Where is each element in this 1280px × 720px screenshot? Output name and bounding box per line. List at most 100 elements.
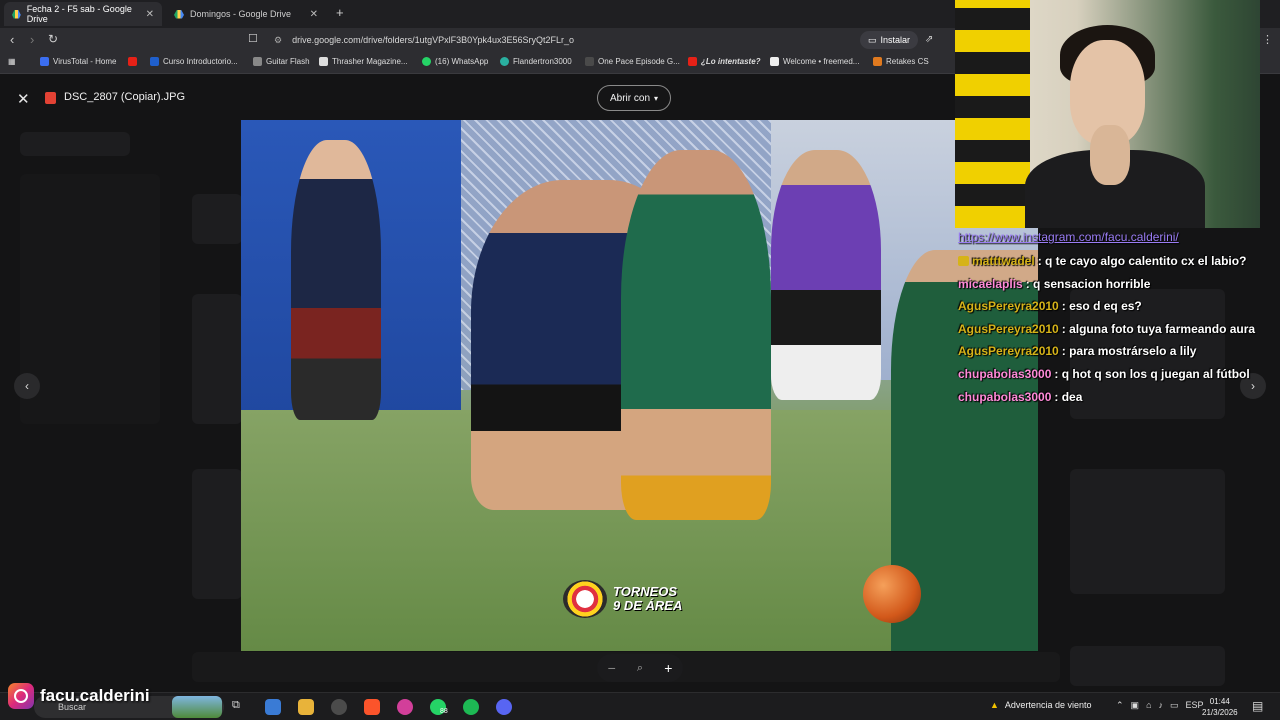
app-icon[interactable] xyxy=(397,699,413,715)
url-field[interactable]: ⚙ drive.google.com/drive/folders/1utgVPx… xyxy=(266,31,956,49)
poster-stripes xyxy=(955,0,1030,228)
clock-time: 01:44 xyxy=(1209,697,1230,706)
tab-fecha-2[interactable]: Fecha 2 - F5 sab - Google Drive ✕ xyxy=(4,2,162,26)
logo-text-line: 9 DE ÁREA xyxy=(613,598,683,613)
one-pace-icon xyxy=(585,57,594,66)
play-icon xyxy=(770,57,779,66)
bookmark-label: Flandertron3000 xyxy=(513,57,572,66)
viewer-header: ✕ DSC_2807 (Copiar).JPG Abrir con ▾ xyxy=(0,82,960,114)
thrasher-icon xyxy=(319,57,328,66)
bookmark-lo-intentaste[interactable]: ¿Lo intentaste? xyxy=(688,57,761,66)
bookmark-virustotal[interactable]: VirusTotal - Home xyxy=(40,57,116,66)
clock-date: 21/3/2026 xyxy=(1202,708,1238,717)
stream-chat: https://www.instagram.com/facu.calderini… xyxy=(958,230,1268,408)
instagram-overlay: facu.calderini xyxy=(8,683,150,709)
zoom-out-icon[interactable]: − xyxy=(608,660,616,676)
tab-label: Fecha 2 - F5 sab - Google Drive xyxy=(26,4,132,24)
new-tab-button[interactable]: + xyxy=(336,5,344,20)
network-icon[interactable]: ⌂ xyxy=(1146,700,1151,711)
chat-username: matttwadel xyxy=(972,254,1035,268)
image-file-icon xyxy=(45,92,56,104)
chat-username: AgusPereyra2010 xyxy=(958,299,1059,314)
discord-icon[interactable] xyxy=(496,699,512,715)
search-highlight-icon[interactable] xyxy=(172,696,222,718)
chevron-down-icon: ▾ xyxy=(654,93,659,103)
bookmark-flandertron[interactable]: Flandertron3000 xyxy=(500,57,572,66)
instagram-handle: facu.calderini xyxy=(40,686,150,705)
weather-widget[interactable]: ▲ Advertencia de viento xyxy=(990,700,1091,710)
player-green xyxy=(621,150,771,520)
system-tray: ⌃ ▣ ⌂ ♪ ▭ ESP xyxy=(1116,700,1204,711)
weather-label: Advertencia de viento xyxy=(1004,700,1092,710)
bookmark-label: Retakes CS xyxy=(886,57,929,66)
chat-text: : eso d eq es? xyxy=(1061,299,1142,314)
install-icon: ▭ xyxy=(868,34,877,45)
language-indicator[interactable]: ESP xyxy=(1186,700,1204,711)
battery-icon[interactable]: ▭ xyxy=(1170,700,1179,711)
bystander-figure xyxy=(291,140,381,420)
bookmark-curso[interactable]: Curso Introductorio... xyxy=(150,57,238,66)
obs-icon[interactable] xyxy=(331,699,347,715)
brave-icon[interactable] xyxy=(364,699,380,715)
task-view-icon[interactable]: ⧉ xyxy=(232,699,248,715)
u-icon xyxy=(150,57,159,66)
chevron-left-icon: ‹ xyxy=(25,379,29,393)
back-icon[interactable]: ‹ xyxy=(10,32,14,47)
volume-icon[interactable]: ♪ xyxy=(1159,700,1164,711)
google-drive-icon xyxy=(174,9,184,19)
bookmark-whatsapp[interactable]: (16) WhatsApp xyxy=(422,57,488,66)
whatsapp-icon xyxy=(422,57,431,66)
chat-instagram-link[interactable]: https://www.instagram.com/facu.calderini… xyxy=(958,230,1268,244)
spotify-icon[interactable] xyxy=(463,699,479,715)
chat-text: : para mostrárselo a lily xyxy=(1061,344,1197,359)
clock[interactable]: 01:44 21/3/2026 xyxy=(1202,696,1238,718)
bookmark-label: ¿Lo intentaste? xyxy=(701,57,761,66)
warning-icon: ▲ xyxy=(990,700,999,710)
previous-file-button[interactable]: ‹ xyxy=(14,373,40,399)
install-label: Instalar xyxy=(880,35,911,45)
magnifier-icon[interactable]: ⌕ xyxy=(637,662,643,675)
guitar-icon xyxy=(253,57,262,66)
subscriber-badge-icon xyxy=(958,256,969,267)
file-explorer-icon[interactable] xyxy=(298,699,314,715)
reload-icon[interactable]: ↻ xyxy=(48,32,58,46)
notifications-icon[interactable]: ▤ xyxy=(1252,699,1263,713)
bookmark-guitar-flash[interactable]: Guitar Flash xyxy=(253,57,310,66)
bookmark-thrasher[interactable]: Thrasher Magazine... xyxy=(319,57,408,66)
chat-text: : alguna foto tuya farmeando aura xyxy=(1061,321,1256,336)
tab-close-icon[interactable]: ✕ xyxy=(310,9,318,20)
bookmark-retakes[interactable]: Retakes CS xyxy=(873,57,929,66)
zoom-in-icon[interactable]: + xyxy=(664,660,672,676)
bookmark-label: Guitar Flash xyxy=(266,57,310,66)
close-icon[interactable]: ✕ xyxy=(17,90,30,108)
streamer-hand xyxy=(1090,125,1130,185)
chat-message: AgusPereyra2010 : eso d eq es? xyxy=(958,295,1268,318)
tab-domingos[interactable]: Domingos - Google Drive ✕ xyxy=(166,2,326,26)
bookmark-label: VirusTotal - Home xyxy=(53,57,117,66)
store-icon[interactable] xyxy=(265,699,281,715)
tournament-logo-text: TORNEOS 9 DE ÁREA xyxy=(613,585,682,613)
thumb-ghost xyxy=(1070,469,1225,594)
site-info-icon[interactable]: ⚙ xyxy=(274,35,282,46)
virustotal-icon xyxy=(40,57,49,66)
menu-icon[interactable]: ⋮ xyxy=(1262,33,1273,46)
tray-app-icon[interactable]: ▣ xyxy=(1131,700,1140,711)
apps-icon[interactable]: ▦ xyxy=(8,57,16,66)
chat-text: : dea xyxy=(1054,389,1083,404)
share-icon[interactable]: ⇗ xyxy=(925,34,933,45)
chat-username: micaelaplis xyxy=(958,276,1023,291)
zoom-controls: − ⌕ + xyxy=(597,654,683,682)
open-with-button[interactable]: Abrir con ▾ xyxy=(597,85,671,111)
chevron-up-icon[interactable]: ⌃ xyxy=(1116,700,1124,711)
tab-close-icon[interactable]: ✕ xyxy=(146,9,154,20)
bookmark-icon[interactable]: ☐ xyxy=(248,32,258,45)
youtube-icon[interactable] xyxy=(128,57,137,66)
chat-username: chupabolas3000 xyxy=(958,389,1052,404)
bookmark-label: One Pace Episode G... xyxy=(598,57,680,66)
forward-icon[interactable]: › xyxy=(30,32,34,47)
chat-username: chupabolas3000 xyxy=(958,366,1052,381)
image-preview[interactable]: TORNEOS 9 DE ÁREA xyxy=(241,120,1038,651)
install-app-button[interactable]: ▭ Instalar xyxy=(860,31,919,49)
bookmark-one-pace[interactable]: One Pace Episode G... xyxy=(585,57,680,66)
bookmark-freemed[interactable]: Welcome • freemed... xyxy=(770,57,859,66)
